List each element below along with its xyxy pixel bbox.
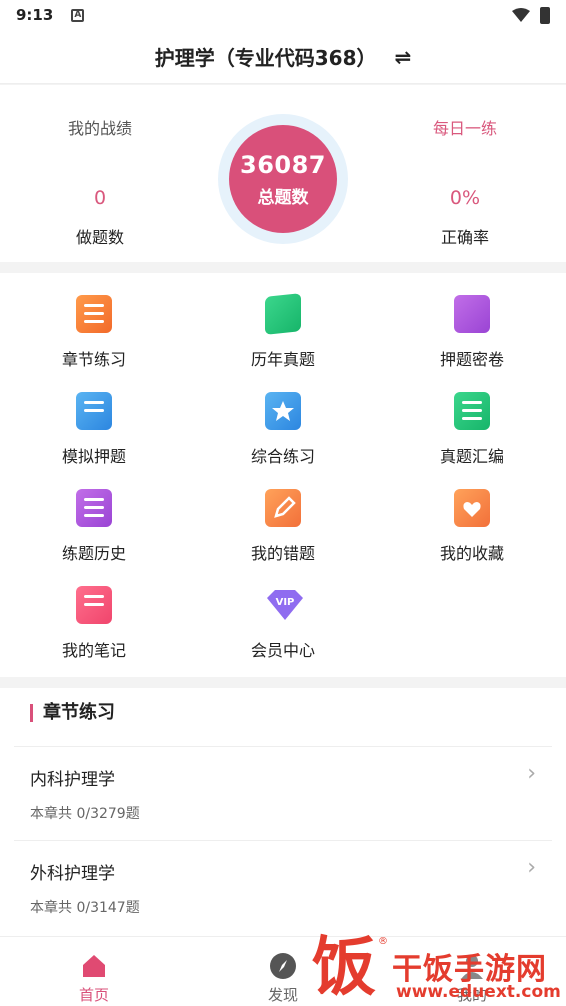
vip-diamond-icon: VIP <box>265 586 303 624</box>
nav-label: 我的 <box>456 986 487 1004</box>
compass-icon <box>270 953 296 979</box>
chapter-item[interactable]: 外科护理学 本章共 0/3147题 › <box>14 840 552 934</box>
heart-folder-icon <box>454 489 490 527</box>
chapter-practice-section: 章节练习 内科护理学 本章共 0/3279题 › 外科护理学 本章共 0/314… <box>0 688 566 936</box>
chapter-item[interactable]: 内科护理学 本章共 0/3279题 › <box>14 746 552 840</box>
nav-label: 首页 <box>78 986 109 1004</box>
menu-label: 历年真题 <box>250 350 315 369</box>
accuracy-value: 0% <box>449 187 481 209</box>
nav-label: 发现 <box>267 986 298 1004</box>
menu-label: 练题历史 <box>61 544 126 563</box>
menu-label: 真题汇编 <box>439 447 504 466</box>
status-bar: 9:13 A <box>0 0 566 30</box>
menu-comprehensive[interactable]: 综合练习 <box>189 370 377 467</box>
doc-lines-icon <box>454 392 490 430</box>
menu-chapter-practice[interactable]: 章节练习 <box>0 273 188 370</box>
bookmark-book-icon <box>454 295 490 333</box>
done-label: 做题数 <box>75 228 124 247</box>
user-icon <box>461 955 483 979</box>
chapter-progress: 本章共 0/3279题 <box>30 806 140 822</box>
menu-my-notes[interactable]: 我的笔记 <box>0 564 188 661</box>
switch-subject-icon[interactable]: ⇌ <box>394 45 411 69</box>
menu-mock-exam[interactable]: 模拟押题 <box>0 370 188 467</box>
section-title: 章节练习 <box>30 704 115 722</box>
my-record-label: 我的战绩 <box>67 119 132 138</box>
status-time: 9:13 <box>16 6 54 24</box>
menu-label: 会员中心 <box>250 641 315 660</box>
menu-label: 我的笔记 <box>61 641 126 660</box>
daily-practice-link[interactable]: 每日一练 <box>385 115 545 139</box>
wifi-icon <box>512 8 530 22</box>
home-icon <box>83 955 105 977</box>
menu-label: 我的收藏 <box>439 544 504 563</box>
nav-discover[interactable]: 发现 <box>223 937 343 1006</box>
accuracy-label: 正确率 <box>440 228 489 247</box>
notification-a-icon: A <box>71 8 85 22</box>
checklist-icon <box>76 489 112 527</box>
bottom-nav: 首页 发现 我的 <box>0 936 566 1006</box>
menu-history[interactable]: 练题历史 <box>0 467 188 564</box>
menu-label: 模拟押题 <box>61 447 126 466</box>
chapter-progress: 本章共 0/3147题 <box>30 900 140 916</box>
chevron-right-icon: › <box>527 855 536 880</box>
done-count: 0 <box>93 187 107 209</box>
chapter-name: 外科护理学 <box>30 864 115 884</box>
menu-wrong-questions[interactable]: 我的错题 <box>189 467 377 564</box>
menu-label: 综合练习 <box>250 447 315 466</box>
total-questions-ring: 36087 总题数 <box>218 114 348 244</box>
menu-label: 我的错题 <box>250 544 315 563</box>
menu-vip-center[interactable]: VIP 会员中心 <box>189 564 377 661</box>
doc-add-icon <box>76 392 112 430</box>
stats-card: 我的战绩 0 做题数 36087 总题数 每日一练 0% 正确率 <box>0 85 566 262</box>
total-questions-circle: 36087 总题数 <box>229 125 337 233</box>
menu-label: 押题密卷 <box>439 350 504 369</box>
total-questions-count: 36087 <box>240 150 326 179</box>
list-icon <box>76 295 112 333</box>
book-icon <box>265 293 301 335</box>
menu-past-exams[interactable]: 历年真题 <box>189 273 377 370</box>
menu-label: 章节练习 <box>61 350 126 369</box>
chevron-right-icon: › <box>527 761 536 786</box>
menu-exam-collection[interactable]: 真题汇编 <box>378 370 566 467</box>
nav-home[interactable]: 首页 <box>34 937 154 1006</box>
battery-icon <box>540 6 550 24</box>
note-calendar-icon <box>76 586 112 624</box>
chapter-name: 内科护理学 <box>30 770 115 790</box>
nav-mine[interactable]: 我的 <box>412 937 532 1006</box>
app-header: 护理学（专业代码368） ⇌ <box>0 30 566 84</box>
feature-grid: 章节练习 历年真题 押题密卷 模拟押题 综合练习 真题汇编 练题历史 我的错题 … <box>0 273 566 677</box>
svg-text:VIP: VIP <box>276 597 295 608</box>
menu-favorites[interactable]: 我的收藏 <box>378 467 566 564</box>
page-title: 护理学（专业代码368） <box>154 46 377 70</box>
star-notebook-icon <box>265 392 301 430</box>
menu-secret-papers[interactable]: 押题密卷 <box>378 273 566 370</box>
total-questions-label: 总题数 <box>257 187 309 208</box>
pencil-icon <box>265 489 301 527</box>
